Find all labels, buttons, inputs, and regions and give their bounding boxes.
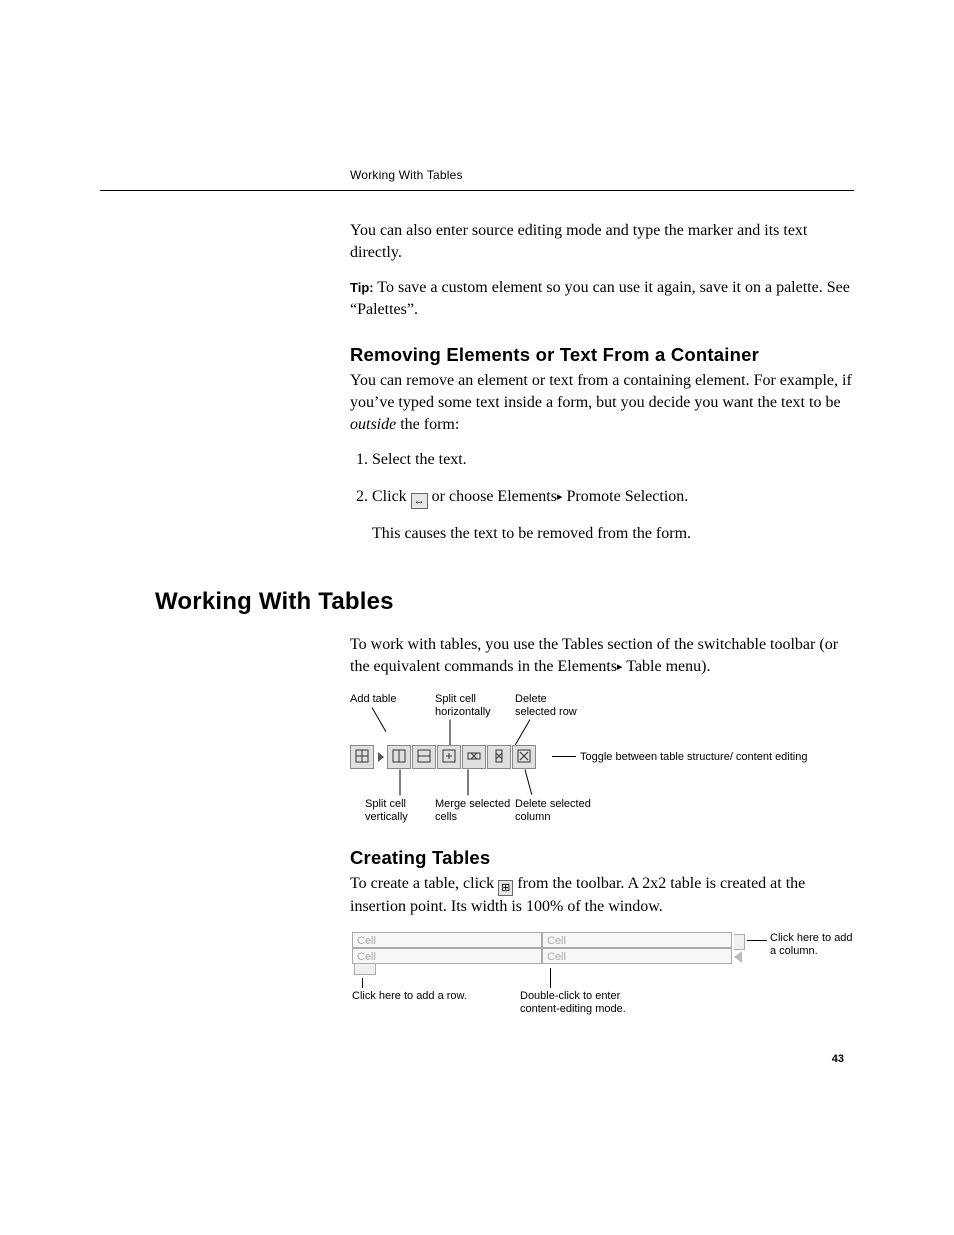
label-split-vertical: Split cell vertically <box>365 798 420 823</box>
tables-toolbar-diagram: Add table Split cell horizontally Delete… <box>350 693 854 823</box>
merge-cells-icon <box>441 748 457 764</box>
split-vertical-button[interactable] <box>387 745 411 769</box>
label-split-horizontal: Split cell horizontally <box>435 693 500 718</box>
label-delete-row: Delete selected row <box>515 693 590 718</box>
add-table-button[interactable] <box>350 745 374 769</box>
label-toggle: Toggle between table structure/ content … <box>580 751 840 764</box>
removing-paragraph: You can remove an element or text from a… <box>350 370 854 435</box>
intro-paragraph: You can also enter source editing mode a… <box>350 220 854 263</box>
label-delete-column: Delete selected column <box>515 798 600 823</box>
toolbar-expand-icon <box>378 752 384 762</box>
step-2: Click ↔ or choose Elements▸ Promote Sele… <box>372 486 854 509</box>
split-horizontal-icon <box>416 748 432 764</box>
delete-row-button[interactable] <box>462 745 486 769</box>
split-vertical-icon <box>391 748 407 764</box>
working-intro: To work with tables, you use the Tables … <box>350 634 854 677</box>
removing-steps: Select the text. Click ↔ or choose Eleme… <box>350 449 854 508</box>
example-cell: Cell <box>542 932 732 948</box>
add-table-icon <box>354 748 370 764</box>
add-column-arrow-icon <box>734 951 742 963</box>
working-with-tables-heading: Working With Tables <box>155 588 854 616</box>
add-row-tab[interactable] <box>354 964 376 975</box>
tip-paragraph: Tip: To save a custom element so you can… <box>350 277 854 320</box>
removing-heading: Removing Elements or Text From a Contain… <box>350 344 854 366</box>
step-1: Select the text. <box>372 449 854 471</box>
label-add-row: Click here to add a row. <box>352 990 467 1002</box>
label-double-click: Double-click to enter content-editing mo… <box>520 990 640 1016</box>
tip-text: To save a custom element so you can use … <box>350 279 850 318</box>
example-cell: Cell <box>542 948 732 964</box>
tables-toolbar <box>350 745 537 769</box>
header-rule <box>100 190 854 191</box>
toggle-structure-icon <box>516 748 532 764</box>
add-table-inline-icon: ⊞ <box>498 880 513 896</box>
delete-row-icon <box>466 748 482 764</box>
toggle-structure-button[interactable] <box>512 745 536 769</box>
label-merge-cells: Merge selected cells <box>435 798 515 823</box>
tip-label: Tip: <box>350 280 374 295</box>
table-example-figure: Cell Cell Cell Cell Click here to add a … <box>350 932 854 1022</box>
merge-cells-button[interactable] <box>437 745 461 769</box>
label-add-table: Add table <box>350 693 405 706</box>
delete-column-icon <box>491 748 507 764</box>
creating-tables-paragraph: To create a table, click ⊞ from the tool… <box>350 873 854 918</box>
page-number: 43 <box>832 1053 844 1065</box>
step-result: This causes the text to be removed from … <box>372 523 854 545</box>
example-table: Cell Cell Cell Cell <box>352 932 732 975</box>
label-add-column: Click here to add a column. <box>770 932 860 958</box>
example-cell: Cell <box>352 932 542 948</box>
add-column-tab[interactable] <box>734 934 745 950</box>
creating-tables-heading: Creating Tables <box>350 847 854 869</box>
split-horizontal-button[interactable] <box>412 745 436 769</box>
promote-selection-icon: ↔ <box>411 493 428 509</box>
delete-column-button[interactable] <box>487 745 511 769</box>
example-cell: Cell <box>352 948 542 964</box>
running-head: Working With Tables <box>350 168 463 182</box>
